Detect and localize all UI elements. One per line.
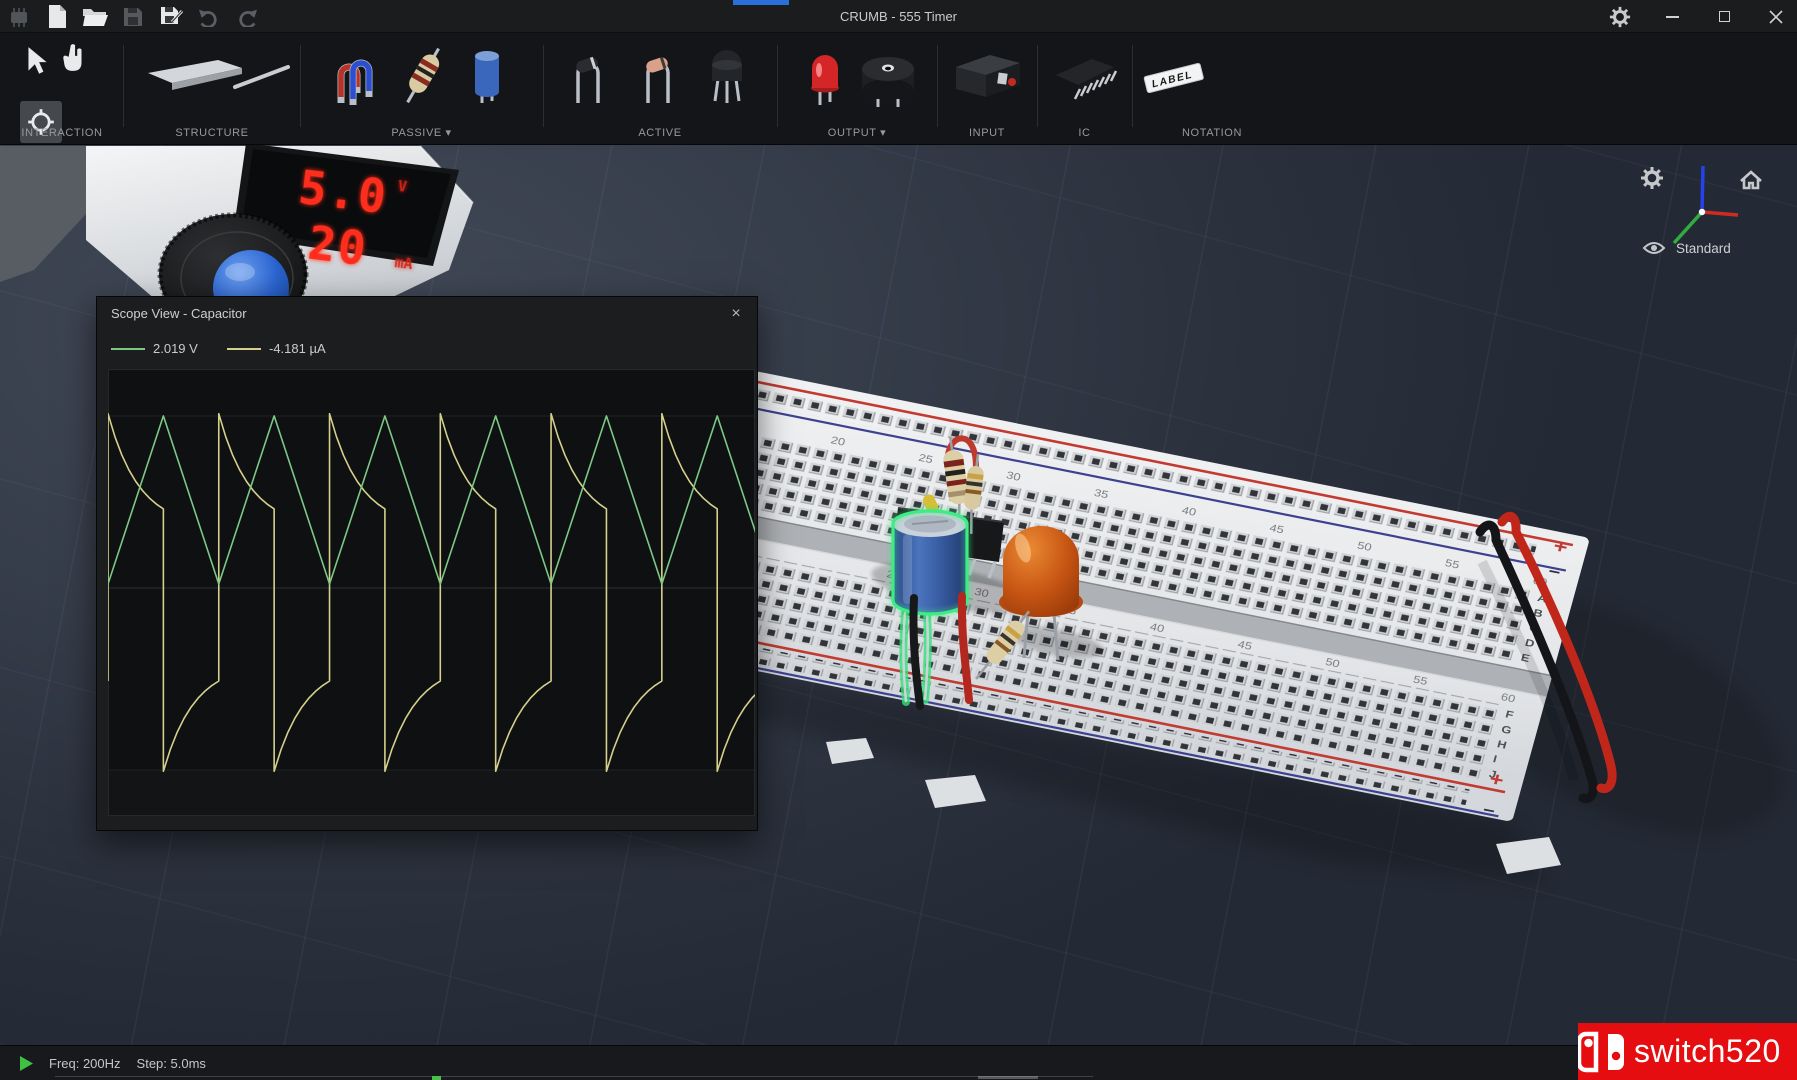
- bottom-timeline-segment: [978, 1076, 1038, 1079]
- scope-close-button[interactable]: ×: [725, 303, 747, 325]
- label-item-icon[interactable]: LABEL: [1137, 57, 1211, 106]
- toolbar-group-output: OUTPUT ▾: [782, 33, 932, 145]
- group-label-ic: IC: [1042, 127, 1127, 139]
- resistor-item-icon[interactable]: [399, 45, 449, 112]
- settings-gear-icon[interactable]: [1609, 6, 1631, 28]
- toolbar-group-interaction: INTERACTION: [4, 33, 120, 145]
- current-readout: 20: [305, 216, 371, 277]
- voltage-legend-label: 2.019 V: [153, 341, 198, 356]
- ic-item-icon[interactable]: [1048, 49, 1122, 110]
- home-view-icon[interactable]: [1741, 172, 1761, 188]
- toolbar-group-structure: STRUCTURE: [128, 33, 296, 145]
- capacitor-highlight: [903, 534, 912, 604]
- diode-2-item-icon[interactable]: [638, 47, 686, 110]
- toolbar-group-input: INPUT: [942, 33, 1032, 145]
- bottom-timeline-bar[interactable]: [55, 1076, 1093, 1079]
- breadboard-foot: [925, 775, 986, 808]
- toolbar-group-passive: PASSIVE ▾: [305, 33, 538, 145]
- scope-window-title: Scope View - Capacitor: [111, 297, 247, 331]
- diode-item-icon[interactable]: [568, 47, 616, 110]
- orientation-gizmo[interactable]: [1674, 166, 1738, 243]
- frequency-readout: Freq: 200Hz: [49, 1056, 121, 1071]
- cursor-tool-icon[interactable]: [24, 45, 50, 82]
- component-toolbar: INTERACTION STRUCTURE: [0, 33, 1797, 145]
- view-mode-label: Standard: [1676, 241, 1731, 256]
- dropdown-arrow-icon[interactable]: ▾: [880, 127, 886, 139]
- viewport-settings-gear-icon[interactable]: [1641, 167, 1663, 189]
- toolbar-group-active: ACTIVE: [548, 33, 772, 145]
- dropdown-arrow-icon[interactable]: ▾: [446, 127, 452, 139]
- step-readout: Step: 5.0ms: [137, 1056, 206, 1071]
- jumper-wires-icon[interactable]: [329, 45, 379, 112]
- app-window: 2025303540455055602530354045505560ABCDEF…: [0, 0, 1797, 1080]
- close-button[interactable]: [1765, 6, 1787, 28]
- scope-legend: 2.019 V -4.181 µA: [97, 331, 757, 367]
- maximize-button[interactable]: [1713, 6, 1735, 28]
- group-label-active: ACTIVE: [548, 127, 772, 139]
- group-label-structure: STRUCTURE: [128, 127, 296, 139]
- toolbar-group-notation: LABEL NOTATION: [1137, 33, 1287, 145]
- led-item-icon[interactable]: [804, 43, 846, 112]
- window-title: CRUMB - 555 Timer: [0, 0, 1797, 33]
- current-legend-swatch: [227, 348, 261, 350]
- hand-tool-icon[interactable]: [60, 43, 88, 78]
- minimize-button[interactable]: [1661, 6, 1683, 28]
- group-label-interaction: INTERACTION: [4, 127, 120, 139]
- watermark-text: switch520: [1634, 1033, 1781, 1070]
- group-label-passive[interactable]: PASSIVE: [391, 127, 441, 139]
- scope-window[interactable]: Scope View - Capacitor × 2.019 V -4.181 …: [96, 296, 758, 831]
- plot-frame: [109, 370, 755, 816]
- group-label-input: INPUT: [942, 127, 1032, 139]
- toolbar-group-ic: IC: [1042, 33, 1127, 145]
- capacitor-item-icon[interactable]: [469, 45, 505, 110]
- transistor-item-icon[interactable]: [704, 45, 750, 110]
- scope-plot-area: [108, 369, 755, 816]
- group-label-notation: NOTATION: [1137, 127, 1287, 139]
- current-legend-label: -4.181 µA: [269, 341, 326, 356]
- titlebar-accent-fragment: [733, 0, 789, 5]
- play-button-icon[interactable]: [20, 1056, 33, 1071]
- wire-item-icon[interactable]: [230, 59, 294, 100]
- switch-logo-icon: [1578, 1029, 1630, 1075]
- voltage-readout: 5.0: [296, 160, 391, 224]
- buzzer-item-icon[interactable]: [856, 49, 920, 112]
- current-unit: mA: [394, 253, 414, 273]
- titlebar[interactable]: CRUMB - 555 Timer: [0, 0, 1797, 33]
- watermark-badge: switch520: [1578, 1023, 1797, 1080]
- statusbar: Freq: 200Hz Step: 5.0ms: [0, 1045, 1797, 1080]
- power-input-item-icon[interactable]: [950, 49, 1026, 110]
- bottom-timeline-marker: [432, 1076, 441, 1080]
- breadboard-foot: [826, 738, 874, 764]
- voltage-legend-swatch: [111, 348, 145, 350]
- scope-window-header[interactable]: Scope View - Capacitor ×: [97, 297, 757, 331]
- view-mode-selector[interactable]: Standard: [1644, 241, 1731, 256]
- group-label-output[interactable]: OUTPUT: [828, 127, 877, 139]
